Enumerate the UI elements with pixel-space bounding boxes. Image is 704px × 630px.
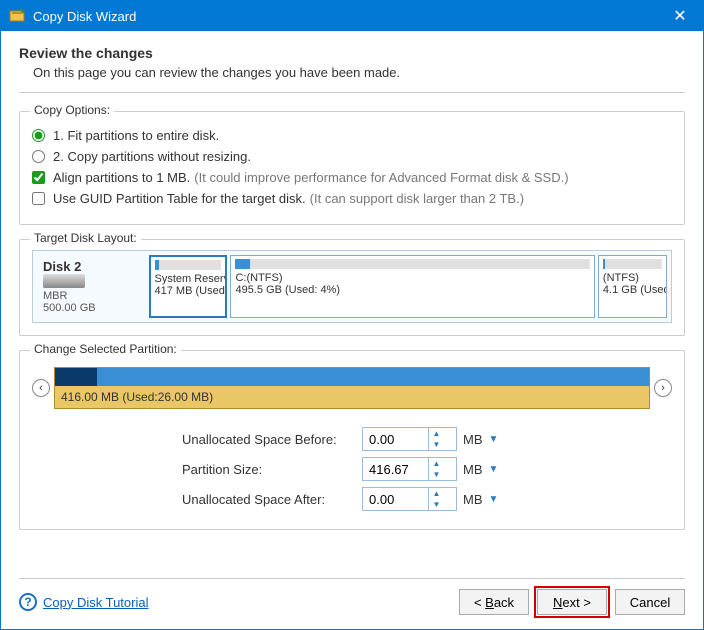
window-title: Copy Disk Wizard xyxy=(33,9,665,24)
unit-dropdown-icon[interactable]: ▼ xyxy=(489,494,499,505)
unit-label: MB xyxy=(463,462,483,477)
close-icon[interactable]: ✕ xyxy=(665,6,695,26)
copy-options-legend: Copy Options: xyxy=(30,103,114,117)
option-no-resize-label: 2. Copy partitions without resizing. xyxy=(53,149,251,164)
checkbox-guid[interactable] xyxy=(32,192,45,205)
page-subtitle: On this page you can review the changes … xyxy=(33,65,685,80)
footer: ? Copy Disk Tutorial < Back Next > Cance… xyxy=(1,579,703,629)
unit-label: MB xyxy=(463,492,483,507)
change-partition-group: Change Selected Partition: ‹ 416.00 MB (… xyxy=(19,350,685,530)
page-title: Review the changes xyxy=(19,45,685,61)
spin-up-icon[interactable]: ▲ xyxy=(429,488,444,499)
target-layout-legend: Target Disk Layout: xyxy=(30,231,141,245)
checkbox-align[interactable] xyxy=(32,171,45,184)
partition-2-label: (NTFS) xyxy=(603,272,662,284)
next-button[interactable]: Next > xyxy=(537,589,607,615)
titlebar: Copy Disk Wizard ✕ xyxy=(1,1,703,31)
divider xyxy=(19,92,685,93)
content-area: Review the changes On this page you can … xyxy=(1,31,703,572)
prev-partition-button[interactable]: ‹ xyxy=(32,379,50,397)
disk-name: Disk 2 xyxy=(43,259,140,274)
cancel-button[interactable]: Cancel xyxy=(615,589,685,615)
tutorial-link[interactable]: Copy Disk Tutorial xyxy=(43,595,148,610)
spin-up-icon[interactable]: ▲ xyxy=(429,428,444,439)
disk-layout: Disk 2 MBR 500.00 GB System Reserved 417… xyxy=(32,250,672,323)
app-icon xyxy=(9,8,25,24)
space-before-input[interactable]: ▲▼ xyxy=(362,427,457,451)
copy-options-group: Copy Options: 1. Fit partitions to entir… xyxy=(19,111,685,225)
disk-icon xyxy=(43,274,85,288)
disk-info: Disk 2 MBR 500.00 GB xyxy=(37,255,146,318)
partition-0[interactable]: System Reserved 417 MB (Used: xyxy=(149,255,228,318)
partition-size-label: Partition Size: xyxy=(182,462,362,477)
option-align-label: Align partitions to 1 MB. xyxy=(53,170,190,185)
partition-size-form: Unallocated Space Before: ▲▼ MB ▼ Partit… xyxy=(182,427,672,511)
option-fit[interactable]: 1. Fit partitions to entire disk. xyxy=(32,128,672,143)
partition-1[interactable]: C:(NTFS) 495.5 GB (Used: 4%) xyxy=(230,255,594,318)
disk-scheme: MBR xyxy=(43,290,140,302)
option-guid[interactable]: Use GUID Partition Table for the target … xyxy=(32,191,672,206)
option-align-hint: (It could improve performance for Advanc… xyxy=(194,170,568,185)
radio-no-resize[interactable] xyxy=(32,150,45,163)
space-before-field[interactable] xyxy=(363,432,428,447)
change-partition-legend: Change Selected Partition: xyxy=(30,342,181,356)
space-after-field[interactable] xyxy=(363,492,428,507)
selected-partition-label: 416.00 MB (Used:26.00 MB) xyxy=(55,386,649,408)
radio-fit[interactable] xyxy=(32,129,45,142)
disk-size: 500.00 GB xyxy=(43,302,140,314)
option-guid-label: Use GUID Partition Table for the target … xyxy=(53,191,306,206)
next-partition-button[interactable]: › xyxy=(654,379,672,397)
unit-dropdown-icon[interactable]: ▼ xyxy=(489,434,499,445)
partition-0-label: System Reserved xyxy=(155,273,222,285)
space-after-label: Unallocated Space After: xyxy=(182,492,362,507)
help-icon[interactable]: ? xyxy=(19,593,37,611)
partition-2-detail: 4.1 GB (Used: xyxy=(603,284,662,296)
spin-down-icon[interactable]: ▼ xyxy=(429,439,444,450)
space-before-label: Unallocated Space Before: xyxy=(182,432,362,447)
spin-up-icon[interactable]: ▲ xyxy=(429,458,444,469)
option-no-resize[interactable]: 2. Copy partitions without resizing. xyxy=(32,149,672,164)
space-after-input[interactable]: ▲▼ xyxy=(362,487,457,511)
partition-1-label: C:(NTFS) xyxy=(235,272,589,284)
spin-down-icon[interactable]: ▼ xyxy=(429,499,444,510)
partition-2[interactable]: (NTFS) 4.1 GB (Used: xyxy=(598,255,667,318)
unit-dropdown-icon[interactable]: ▼ xyxy=(489,464,499,475)
selected-partition-bar[interactable]: 416.00 MB (Used:26.00 MB) xyxy=(54,367,650,409)
option-guid-hint: (It can support disk larger than 2 TB.) xyxy=(310,191,524,206)
option-fit-label: 1. Fit partitions to entire disk. xyxy=(53,128,219,143)
partition-size-input[interactable]: ▲▼ xyxy=(362,457,457,481)
option-align[interactable]: Align partitions to 1 MB. (It could impr… xyxy=(32,170,672,185)
partition-0-detail: 417 MB (Used: xyxy=(155,285,222,297)
partition-size-field[interactable] xyxy=(363,462,428,477)
back-button[interactable]: < Back xyxy=(459,589,529,615)
wizard-window: Copy Disk Wizard ✕ Review the changes On… xyxy=(0,0,704,630)
spin-down-icon[interactable]: ▼ xyxy=(429,469,444,480)
unit-label: MB xyxy=(463,432,483,447)
partition-1-detail: 495.5 GB (Used: 4%) xyxy=(235,284,589,296)
target-layout-group: Target Disk Layout: Disk 2 MBR 500.00 GB… xyxy=(19,239,685,336)
